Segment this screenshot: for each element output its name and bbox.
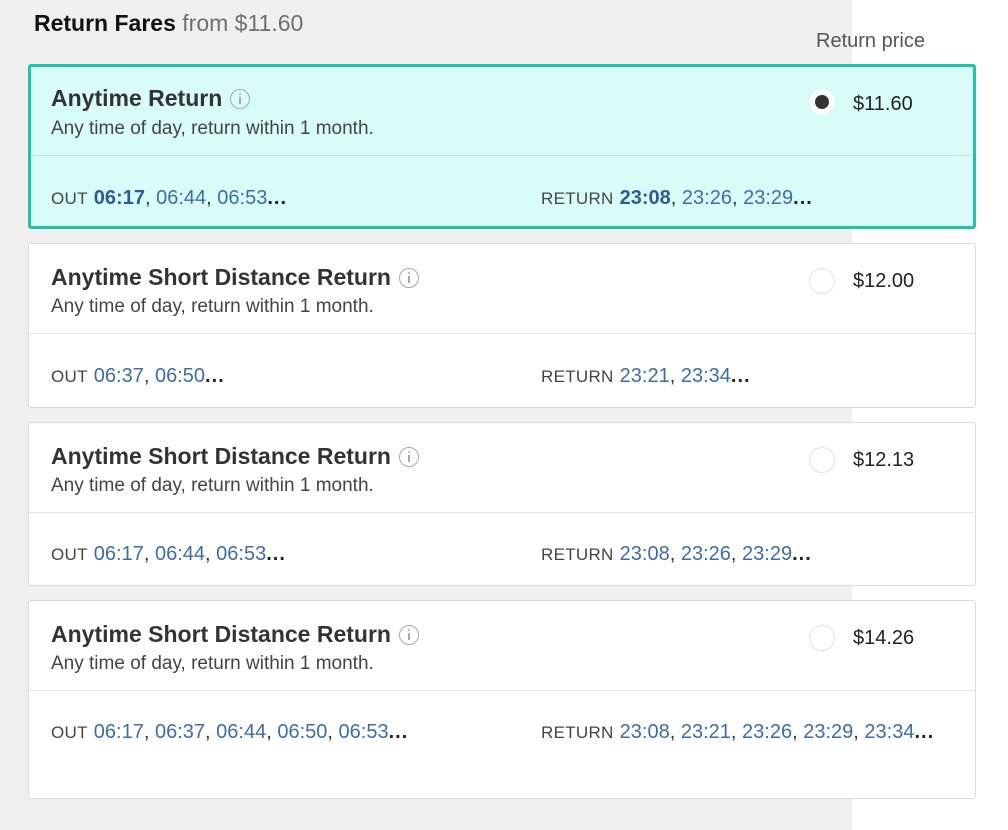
fare-name-text: Anytime Short Distance Return bbox=[51, 264, 391, 290]
fare-option-card[interactable]: Anytime Short Distance Return Any time o… bbox=[28, 600, 976, 799]
fare-option-card[interactable]: Anytime Return Any time of day, return w… bbox=[28, 64, 976, 229]
time-link[interactable]: 23:26 bbox=[742, 721, 792, 743]
time-link[interactable]: 06:44 bbox=[156, 187, 206, 209]
time-link[interactable]: 23:34 bbox=[864, 721, 914, 743]
time-link[interactable]: 23:26 bbox=[682, 187, 732, 209]
fare-option-card[interactable]: Anytime Short Distance Return Any time o… bbox=[28, 422, 976, 586]
out-times: OUT 06:37, 06:50... bbox=[51, 365, 225, 387]
fare-name: Anytime Short Distance Return bbox=[51, 621, 419, 648]
fare-description: Any time of day, return within 1 month. bbox=[51, 118, 374, 139]
fare-name-text: Anytime Short Distance Return bbox=[51, 443, 391, 469]
more-times[interactable]: ... bbox=[914, 721, 934, 743]
fare-name: Anytime Short Distance Return bbox=[51, 264, 419, 291]
time-link[interactable]: 23:26 bbox=[681, 543, 731, 565]
out-label: OUT bbox=[51, 367, 88, 386]
out-label: OUT bbox=[51, 189, 88, 208]
time-link[interactable]: 06:44 bbox=[155, 543, 205, 565]
time-link[interactable]: 23:34 bbox=[681, 365, 731, 387]
time-link[interactable]: 23:21 bbox=[620, 365, 670, 387]
return-label: RETURN bbox=[541, 189, 614, 208]
fare-radio-selected[interactable] bbox=[809, 89, 835, 115]
time-link[interactable]: 06:53 bbox=[216, 543, 266, 565]
fare-price: $11.60 bbox=[853, 93, 913, 115]
time-link[interactable]: 06:37 bbox=[155, 721, 205, 743]
info-icon[interactable] bbox=[230, 88, 251, 109]
fare-price: $12.13 bbox=[853, 449, 915, 471]
fare-option-card[interactable]: Anytime Short Distance Return Any time o… bbox=[28, 243, 976, 408]
info-icon[interactable] bbox=[398, 446, 419, 467]
time-link[interactable]: 23:08 bbox=[620, 543, 670, 565]
time-link[interactable]: 06:53 bbox=[217, 187, 267, 209]
time-link[interactable]: 23:29 bbox=[742, 543, 792, 565]
time-link[interactable]: 06:17 bbox=[94, 543, 144, 565]
time-link[interactable]: 23:08 bbox=[620, 187, 671, 209]
out-times: OUT 06:17, 06:44, 06:53... bbox=[51, 187, 287, 209]
return-fares-page: Return Fares from $11.60 Return price An… bbox=[0, 0, 1008, 830]
time-link[interactable]: 23:08 bbox=[620, 721, 670, 743]
time-link[interactable]: 23:21 bbox=[681, 721, 731, 743]
more-times[interactable]: ... bbox=[793, 187, 813, 209]
fare-radio[interactable] bbox=[809, 447, 835, 473]
card-divider bbox=[29, 512, 975, 513]
return-times: RETURN 23:08, 23:26, 23:29... bbox=[541, 187, 813, 209]
fare-description: Any time of day, return within 1 month. bbox=[51, 475, 374, 496]
fare-description: Any time of day, return within 1 month. bbox=[51, 653, 374, 674]
return-label: RETURN bbox=[541, 723, 614, 742]
more-times[interactable]: ... bbox=[266, 543, 286, 565]
time-link[interactable]: 06:37 bbox=[94, 365, 144, 387]
card-divider bbox=[31, 155, 973, 156]
time-link[interactable]: 06:53 bbox=[339, 721, 389, 743]
fare-description: Any time of day, return within 1 month. bbox=[51, 296, 374, 317]
return-times: RETURN 23:21, 23:34... bbox=[541, 365, 751, 387]
return-times: RETURN 23:08, 23:21, 23:26, 23:29, 23:34.… bbox=[541, 721, 935, 743]
return-price-column-label: Return price bbox=[816, 30, 925, 52]
fare-name-text: Anytime Return bbox=[51, 85, 223, 111]
more-times[interactable]: ... bbox=[792, 543, 812, 565]
time-link[interactable]: 06:17 bbox=[94, 721, 144, 743]
more-times[interactable]: ... bbox=[389, 721, 409, 743]
time-link[interactable]: 06:50 bbox=[277, 721, 327, 743]
time-link[interactable]: 23:29 bbox=[743, 187, 793, 209]
card-divider bbox=[29, 690, 975, 691]
fare-name-text: Anytime Short Distance Return bbox=[51, 621, 391, 647]
more-times[interactable]: ... bbox=[205, 365, 225, 387]
return-label: RETURN bbox=[541, 545, 614, 564]
return-label: RETURN bbox=[541, 367, 614, 386]
more-times[interactable]: ... bbox=[731, 365, 751, 387]
card-divider bbox=[29, 333, 975, 334]
fare-radio[interactable] bbox=[809, 268, 835, 294]
fare-radio[interactable] bbox=[809, 625, 835, 651]
from-price: from $11.60 bbox=[182, 10, 304, 36]
out-label: OUT bbox=[51, 545, 88, 564]
more-times[interactable]: ... bbox=[267, 187, 287, 209]
fare-name: Anytime Return bbox=[51, 85, 251, 112]
section-title: Return Fares bbox=[34, 10, 176, 36]
out-times: OUT 06:17, 06:44, 06:53... bbox=[51, 543, 286, 565]
fare-price: $14.26 bbox=[853, 627, 915, 649]
info-icon[interactable] bbox=[398, 267, 419, 288]
return-times: RETURN 23:08, 23:26, 23:29... bbox=[541, 543, 812, 565]
time-link[interactable]: 06:50 bbox=[155, 365, 205, 387]
time-link[interactable]: 06:44 bbox=[216, 721, 266, 743]
time-link[interactable]: 06:17 bbox=[94, 187, 145, 209]
out-label: OUT bbox=[51, 723, 88, 742]
section-header: Return Fares from $11.60 bbox=[34, 10, 303, 37]
time-link[interactable]: 23:29 bbox=[803, 721, 853, 743]
fare-price: $12.00 bbox=[853, 270, 915, 292]
out-times: OUT 06:17, 06:37, 06:44, 06:50, 06:53... bbox=[51, 721, 409, 743]
fare-name: Anytime Short Distance Return bbox=[51, 443, 419, 470]
info-icon[interactable] bbox=[398, 624, 419, 645]
